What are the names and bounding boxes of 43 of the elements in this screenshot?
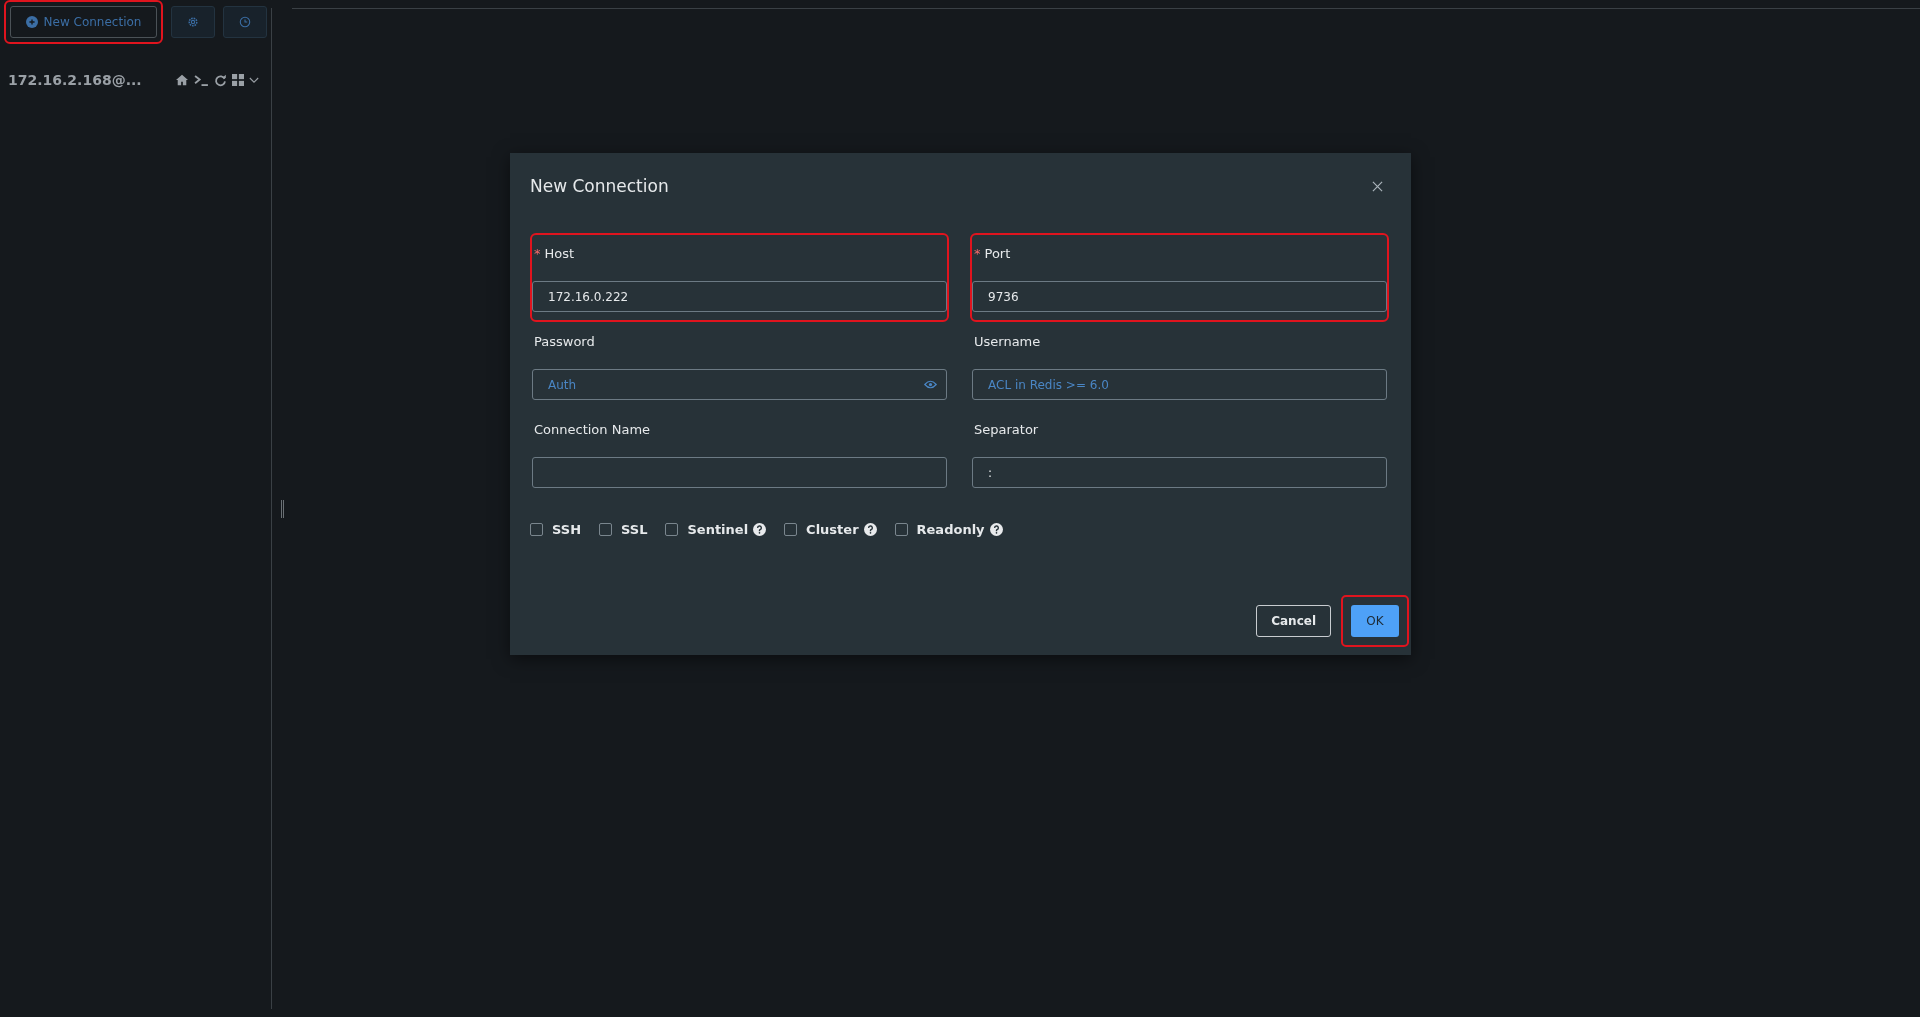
input-field[interactable]: ACL in Redis >= 6.0: [972, 369, 1387, 400]
terminal-icon[interactable]: [194, 74, 209, 86]
refresh-icon[interactable]: [214, 73, 227, 87]
resize-handle[interactable]: [280, 499, 284, 518]
help-icon[interactable]: [989, 523, 1003, 536]
eye-icon[interactable]: [924, 380, 937, 389]
connection-name[interactable]: 172.16.2.168@...: [8, 72, 142, 88]
dialog-title: New Connection: [530, 176, 669, 196]
input-field[interactable]: [532, 457, 947, 488]
option-label: SSH: [552, 522, 582, 537]
field-label: Username: [974, 333, 1041, 349]
checkbox[interactable]: [665, 523, 679, 536]
option-label: Sentinel: [687, 522, 749, 537]
close-icon[interactable]: [1372, 180, 1383, 192]
input-field[interactable]: Auth: [532, 369, 947, 400]
plus-circle-icon: [25, 16, 38, 28]
field-label: Host: [544, 245, 575, 261]
ok-button[interactable]: OK: [1351, 605, 1399, 637]
grid-icon[interactable]: [232, 74, 244, 86]
required-mark: *: [534, 245, 541, 261]
field-label: Password: [534, 333, 595, 349]
field-label: Connection Name: [534, 421, 651, 437]
home-icon[interactable]: [175, 74, 189, 86]
input-field[interactable]: 9736: [972, 281, 1387, 312]
input-field[interactable]: 172.16.0.222: [532, 281, 947, 312]
checkbox[interactable]: [894, 523, 908, 536]
option-label: Cluster: [806, 522, 859, 537]
option-label: Readonly: [916, 522, 985, 537]
settings-icon: [187, 16, 199, 28]
cancel-button[interactable]: Cancel: [1256, 605, 1331, 637]
chevron-down-icon[interactable]: [249, 76, 259, 84]
help-icon[interactable]: [863, 523, 877, 536]
checkbox[interactable]: [530, 523, 543, 536]
history-button[interactable]: [223, 6, 267, 38]
help-icon[interactable]: [753, 523, 767, 536]
option-label: SSL: [621, 522, 648, 537]
field-label: Separator: [974, 421, 1039, 437]
field-label: Port: [984, 245, 1011, 261]
input-field[interactable]: :: [972, 457, 1387, 488]
required-mark: *: [974, 245, 981, 261]
checkbox[interactable]: [599, 523, 613, 536]
clock-icon: [239, 16, 251, 28]
checkbox[interactable]: [784, 523, 798, 536]
